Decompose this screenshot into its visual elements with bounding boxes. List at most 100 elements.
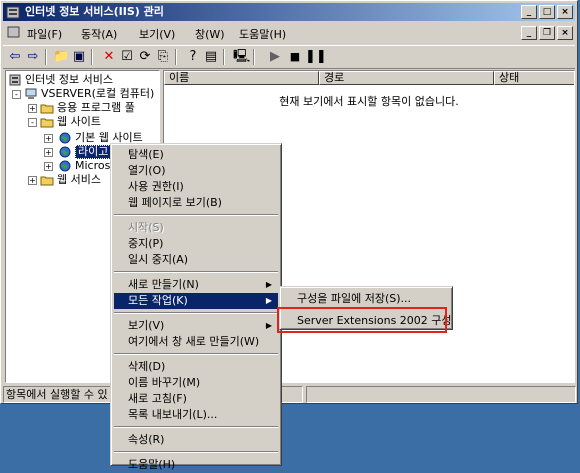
help-icon[interactable]: ? xyxy=(185,49,201,65)
submenu-arrow-icon: ▶ xyxy=(265,280,272,289)
tree-item[interactable]: 인터넷 정보 서비스 xyxy=(25,73,113,87)
menu-separator xyxy=(114,271,278,273)
context-menu-item[interactable]: 도움말(H) xyxy=(114,457,278,473)
menu-action[interactable]: 동작(A) xyxy=(81,26,117,42)
computer-icon[interactable]: 🖳 xyxy=(233,49,250,65)
context-menu-item[interactable]: 중지(P) xyxy=(114,236,278,252)
menu-item-label: 여기에서 창 새로 만들기(W) xyxy=(128,335,260,348)
maximize-button[interactable]: □ xyxy=(539,5,555,19)
start-icon[interactable]: ▶ xyxy=(267,49,283,65)
context-menu-item[interactable]: 보기(V) ▶ xyxy=(114,318,278,334)
menu-item-label: 새로 만들기(N) xyxy=(128,278,199,291)
iis-manager-window: 인터넷 정보 서비스(IIS) 관리 _ □ × 파일(F) 동작(A) 보기(… xyxy=(0,0,578,404)
menu-item-label: 도움말(H) xyxy=(128,458,176,471)
tree-item[interactable]: VSERVER(로컬 컴퓨터) xyxy=(41,87,154,101)
title-bar[interactable]: 인터넷 정보 서비스(IIS) 관리 _ □ × xyxy=(3,3,575,21)
globe-icon xyxy=(59,160,71,172)
toolbar: ⇦ ⇨ 📁 ▣ ✕ ☑ ⟳ ⎘ ? ▤ 🖳 ▶ ■ ❚❚ xyxy=(3,45,575,69)
console-icon[interactable]: ▤ xyxy=(203,49,219,65)
menu-item-label: 이름 바꾸기(M) xyxy=(128,376,201,389)
globe-icon xyxy=(59,132,71,144)
menu-item-label: 모든 작업(K) xyxy=(128,294,188,307)
context-menu-item[interactable]: 삭제(D) xyxy=(114,359,278,375)
menu-item-label: 중지(P) xyxy=(128,237,164,250)
menu-separator xyxy=(114,426,278,428)
column-header-name[interactable]: 이름 xyxy=(164,71,319,85)
menu-separator xyxy=(114,312,278,314)
child-minimize-button[interactable]: _ xyxy=(521,26,537,40)
forward-icon[interactable]: ⇨ xyxy=(25,49,41,65)
submenu-item[interactable]: 구성을 파일에 저장(S)... xyxy=(283,290,449,308)
export-list-icon[interactable]: ⎘ xyxy=(155,49,171,65)
context-menu-item[interactable]: 새로 고침(F) xyxy=(114,391,278,407)
computer-icon xyxy=(25,88,37,99)
menu-separator xyxy=(114,214,278,216)
menu-help[interactable]: 도움말(H) xyxy=(239,26,286,42)
delete-icon[interactable]: ✕ xyxy=(101,49,117,65)
show-hide-tree-icon[interactable]: ▣ xyxy=(71,49,87,65)
close-button[interactable]: × xyxy=(557,5,573,19)
context-menu-item[interactable]: 일시 중지(A) xyxy=(114,252,278,268)
child-restore-button[interactable]: ❐ xyxy=(539,26,555,40)
refresh-icon[interactable]: ⟳ xyxy=(137,49,153,65)
back-icon[interactable]: ⇦ xyxy=(7,49,23,65)
up-folder-icon[interactable]: 📁 xyxy=(53,49,69,65)
column-header-status[interactable]: 상태 xyxy=(494,71,574,85)
globe-icon xyxy=(59,146,71,158)
context-menu-item[interactable]: 웹 페이지로 보기(B) xyxy=(114,195,278,211)
context-menu-item[interactable]: 새로 만들기(N) ▶ xyxy=(114,277,278,293)
context-menu-item[interactable]: 모든 작업(K) ▶ xyxy=(114,293,278,309)
menu-item-label: 삭제(D) xyxy=(128,360,166,373)
submenu-item-label: 구성을 파일에 저장(S)... xyxy=(297,292,412,305)
child-close-button[interactable]: × xyxy=(557,26,573,40)
tree-item[interactable]: 웹 서비스 xyxy=(57,173,101,187)
toolbar-separator xyxy=(45,49,47,65)
toolbar-separator xyxy=(223,49,225,65)
tree-item[interactable]: 라이고 xyxy=(75,145,112,159)
menu-item-label: 속성(R) xyxy=(128,433,165,446)
tree-expander[interactable]: - xyxy=(28,118,37,127)
menu-item-label: 웹 페이지로 보기(B) xyxy=(128,196,222,209)
stop-icon[interactable]: ■ xyxy=(287,49,303,65)
tree-expander[interactable]: + xyxy=(44,134,53,143)
status-bar-panel xyxy=(306,386,576,403)
empty-list-message: 현재 보기에서 표시할 항목이 없습니다. xyxy=(279,95,459,108)
tree-expander[interactable]: + xyxy=(28,104,37,113)
menu-item-label: 보기(V) xyxy=(128,319,165,332)
submenu-arrow-icon: ▶ xyxy=(265,321,272,330)
menu-item-label: 목록 내보내기(L)... xyxy=(128,408,218,421)
mdi-child-icon[interactable] xyxy=(7,25,21,39)
context-menu-item[interactable]: 열기(O) xyxy=(114,163,278,179)
window-title: 인터넷 정보 서비스(IIS) 관리 xyxy=(25,5,164,18)
minimize-button[interactable]: _ xyxy=(521,5,537,19)
tree-item[interactable]: 웹 사이트 xyxy=(57,115,101,129)
toolbar-separator xyxy=(175,49,177,65)
menu-bar: 파일(F) 동작(A) 보기(V) 창(W) 도움말(H) _ ❐ × xyxy=(3,23,575,43)
iis-app-icon xyxy=(6,6,20,19)
context-menu-item[interactable]: 여기에서 창 새로 만들기(W) xyxy=(114,334,278,350)
menu-item-label: 시작(S) xyxy=(128,221,164,234)
menu-window[interactable]: 창(W) xyxy=(195,26,225,42)
tree-expander[interactable]: + xyxy=(44,162,53,171)
menu-separator xyxy=(114,451,278,453)
context-menu-item[interactable]: 속성(R) xyxy=(114,432,278,448)
context-menu-item[interactable]: 시작(S) xyxy=(114,220,278,236)
context-menu-item[interactable]: 목록 내보내기(L)... xyxy=(114,407,278,423)
menu-item-label: 새로 고침(F) xyxy=(128,392,187,405)
pause-icon[interactable]: ❚❚ xyxy=(305,49,327,65)
tree-item[interactable]: 응용 프로그램 풀 xyxy=(57,101,135,115)
column-header-path[interactable]: 경로 xyxy=(319,71,494,85)
menu-item-label: 탐색(E) xyxy=(128,148,164,161)
context-menu-item[interactable]: 탐색(E) xyxy=(114,147,278,163)
menu-file[interactable]: 파일(F) xyxy=(27,26,62,42)
context-menu-item[interactable]: 이름 바꾸기(M) xyxy=(114,375,278,391)
menu-item-label: 일시 중지(A) xyxy=(128,253,189,266)
tree-expander[interactable]: + xyxy=(28,176,37,185)
tree-item[interactable]: Micros xyxy=(75,159,110,173)
submenu-arrow-icon: ▶ xyxy=(265,296,272,305)
properties-icon[interactable]: ☑ xyxy=(119,49,135,65)
tree-expander[interactable]: - xyxy=(12,90,21,99)
tree-expander[interactable]: + xyxy=(44,148,53,157)
context-menu-item[interactable]: 사용 권한(I) xyxy=(114,179,278,195)
menu-view[interactable]: 보기(V) xyxy=(139,26,175,42)
